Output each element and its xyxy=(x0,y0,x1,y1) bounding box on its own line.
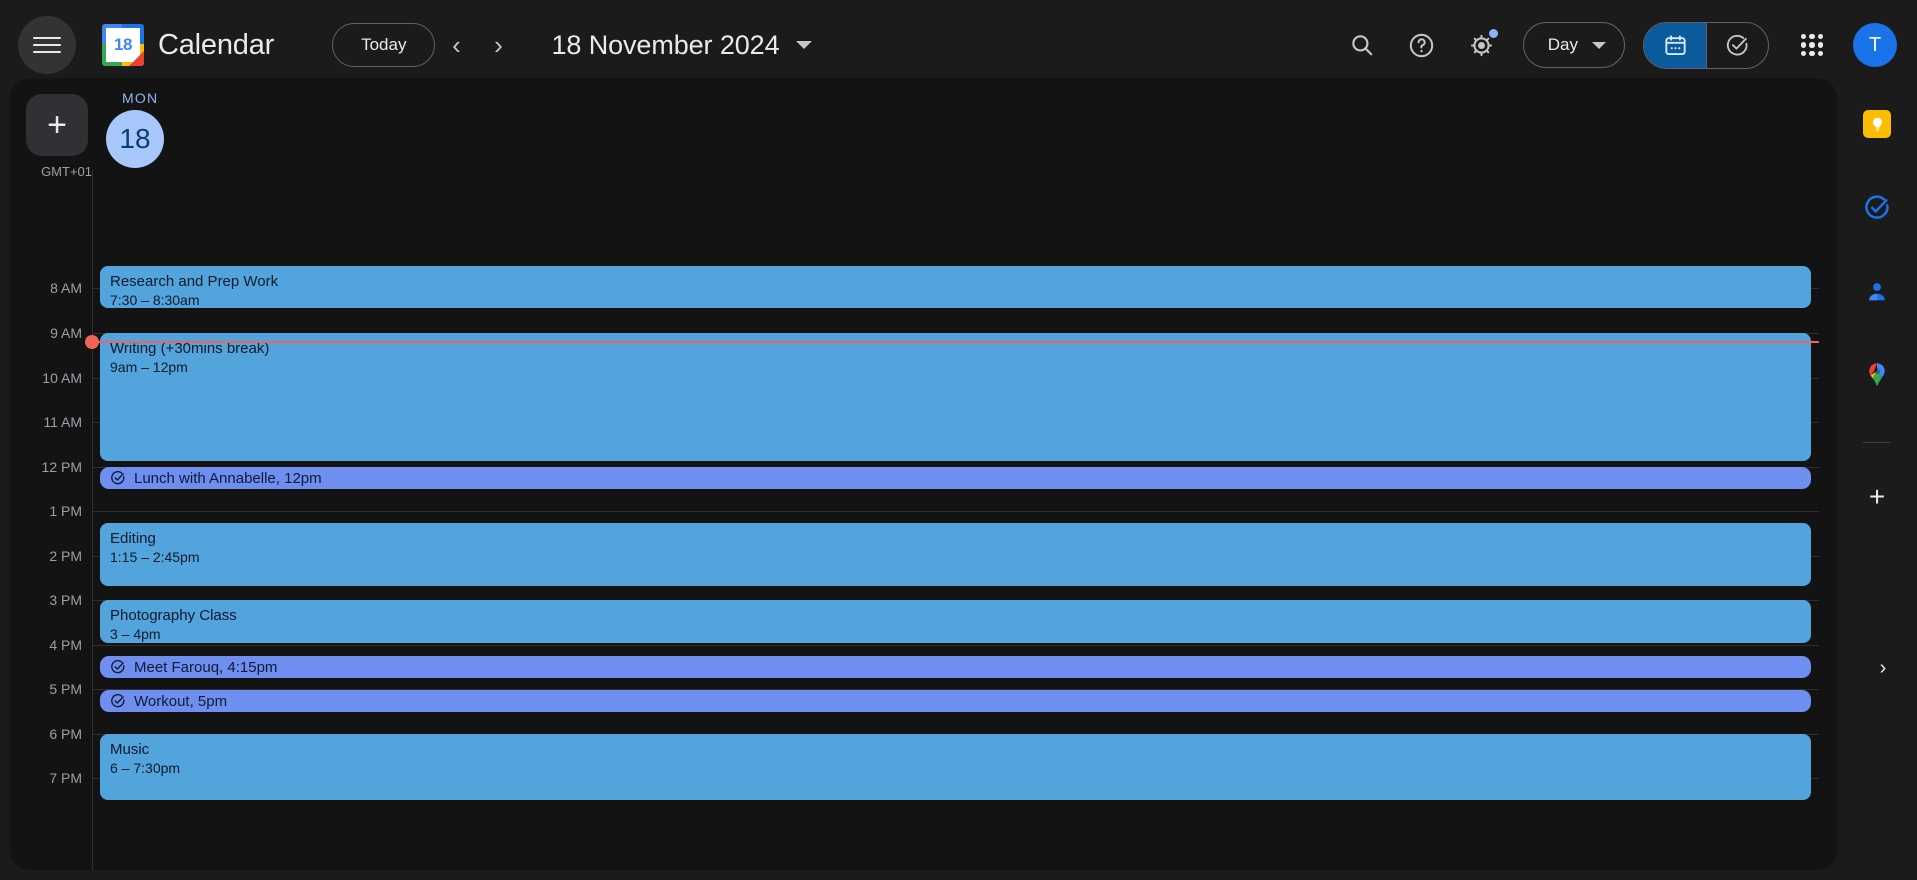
calendar-tasks-toggle xyxy=(1643,21,1769,69)
menu-bar-icon xyxy=(33,44,61,46)
search-icon xyxy=(1352,35,1373,56)
hour-label: 4 PM xyxy=(49,637,82,653)
event-time: 1:15 – 2:45pm xyxy=(110,549,200,565)
today-button[interactable]: Today xyxy=(332,23,436,67)
task-check-icon xyxy=(111,694,125,708)
side-panel-divider xyxy=(1863,442,1891,443)
app-header: 18 Calendar Today ‹ › 18 November 2024 D… xyxy=(0,0,1917,90)
toggle-tasks-view[interactable] xyxy=(1706,22,1768,68)
event-time: 3 – 4pm xyxy=(110,626,161,642)
side-panel-item-tasks[interactable] xyxy=(1853,184,1901,232)
google-calendar-logo-icon[interactable]: 18 xyxy=(102,24,144,66)
side-panel-item-maps[interactable] xyxy=(1853,352,1901,400)
page-title: Calendar xyxy=(158,28,275,61)
hour-gridline xyxy=(92,645,1819,646)
task-title: Workout, 5pm xyxy=(134,692,228,710)
apps-grid-dot-icon xyxy=(1817,50,1823,56)
event-block[interactable]: Writing (+30mins break) 9am – 12pm xyxy=(100,333,1811,461)
hour-label: 7 PM xyxy=(49,770,82,786)
google-maps-icon xyxy=(1869,363,1885,386)
side-panel-item-contacts[interactable] xyxy=(1853,268,1901,316)
calendar-icon xyxy=(1664,34,1686,55)
task-chip[interactable]: Workout, 5pm xyxy=(100,690,1811,712)
day-grid[interactable]: Research and Prep Work 7:30 – 8:30am Writi… xyxy=(85,78,1837,870)
task-check-icon xyxy=(111,471,125,485)
hour-label: 3 PM xyxy=(49,592,82,608)
hour-gridline xyxy=(92,511,1819,512)
event-block[interactable]: Research and Prep Work 7:30 – 8:30am xyxy=(100,266,1811,308)
current-date-title: 18 November 2024 xyxy=(551,29,780,60)
grid-vertical-divider xyxy=(92,170,93,870)
apps-grid-dot-icon xyxy=(1817,42,1823,48)
google-tasks-icon xyxy=(1865,195,1889,219)
hour-label: 10 AM xyxy=(42,370,82,386)
menu-bar-icon xyxy=(33,51,61,53)
hour-label: 11 AM xyxy=(43,414,82,430)
event-time: 7:30 – 8:30am xyxy=(110,292,200,308)
next-day-button[interactable]: › xyxy=(477,24,519,66)
avatar[interactable]: T xyxy=(1853,23,1897,67)
hour-label: 9 AM xyxy=(50,325,82,341)
hour-label: 2 PM xyxy=(49,548,82,564)
side-panel-item-keep[interactable] xyxy=(1853,100,1901,148)
google-apps-button[interactable] xyxy=(1787,20,1837,70)
event-title: Research and Prep Work xyxy=(110,273,279,290)
timezone-label: GMT+01 xyxy=(41,164,92,179)
current-time-line xyxy=(85,334,1819,349)
hour-label: 1 PM xyxy=(49,503,82,519)
apps-grid-dot-icon xyxy=(1817,34,1823,40)
hour-label: 12 PM xyxy=(41,459,82,475)
settings-button[interactable] xyxy=(1457,20,1507,70)
event-block[interactable]: Music 6 – 7:30pm xyxy=(100,734,1811,800)
search-button[interactable] xyxy=(1337,20,1387,70)
event-block[interactable]: Editing 1:15 – 2:45pm xyxy=(100,523,1811,586)
apps-grid-dot-icon xyxy=(1809,50,1815,56)
event-title: Editing xyxy=(110,530,156,547)
help-button[interactable] xyxy=(1397,20,1447,70)
chevron-down-icon xyxy=(1592,41,1606,49)
hour-label: 5 PM xyxy=(49,681,82,697)
task-check-icon xyxy=(111,660,125,674)
apps-grid-dot-icon xyxy=(1809,42,1815,48)
calendar-surface: + MON 18 GMT+01 8 AM 9 AM 10 AM 11 AM 12 PM 1… xyxy=(10,78,1837,870)
logo-center: 18 xyxy=(106,28,140,62)
settings-notification-badge xyxy=(1488,29,1498,38)
main-menu-button[interactable] xyxy=(18,16,76,74)
event-time: 6 – 7:30pm xyxy=(110,760,181,776)
google-keep-icon xyxy=(1863,110,1891,138)
plus-icon: + xyxy=(1868,481,1886,512)
bulb-glyph xyxy=(1872,117,1882,131)
calendar-app: 18 Calendar Today ‹ › 18 November 2024 D… xyxy=(0,0,1917,880)
event-title: Music xyxy=(110,741,150,758)
hour-label: 8 AM xyxy=(50,280,82,296)
google-contacts-icon xyxy=(1869,283,1885,301)
event-time: 9am – 12pm xyxy=(110,359,188,375)
task-chip[interactable]: Meet Farouq, 4:15pm xyxy=(100,656,1811,678)
view-mode-label: Day xyxy=(1547,35,1578,54)
apps-grid-dot-icon xyxy=(1801,34,1807,40)
toggle-calendar-view[interactable] xyxy=(1644,22,1706,68)
task-chip[interactable]: Lunch with Annabelle, 12pm xyxy=(100,467,1811,489)
task-title: Meet Farouq, 4:15pm xyxy=(134,658,278,676)
apps-grid-dot-icon xyxy=(1809,34,1815,40)
side-panel: + xyxy=(1837,78,1917,870)
menu-bar-icon xyxy=(33,37,61,39)
expand-side-panel-button[interactable]: › xyxy=(1867,652,1899,684)
hour-label: 6 PM xyxy=(49,726,82,742)
current-time-dot xyxy=(85,334,99,349)
side-panel-add-button[interactable]: + xyxy=(1853,473,1901,521)
date-dropdown-caret-icon[interactable] xyxy=(795,41,812,49)
view-mode-selector[interactable]: Day xyxy=(1522,22,1625,68)
event-block[interactable]: Photography Class 3 – 4pm xyxy=(100,600,1811,643)
apps-grid-dot-icon xyxy=(1801,50,1807,56)
event-title: Photography Class xyxy=(110,607,237,624)
help-icon xyxy=(1410,33,1434,57)
tasks-check-icon xyxy=(1726,34,1748,55)
logo-day-number: 18 xyxy=(114,35,132,54)
task-title: Lunch with Annabelle, 12pm xyxy=(134,469,322,487)
previous-day-button[interactable]: ‹ xyxy=(435,24,477,66)
apps-grid-dot-icon xyxy=(1801,42,1807,48)
time-gutter: GMT+01 8 AM 9 AM 10 AM 11 AM 12 PM 1 PM 2 PM 3 … xyxy=(10,78,92,870)
